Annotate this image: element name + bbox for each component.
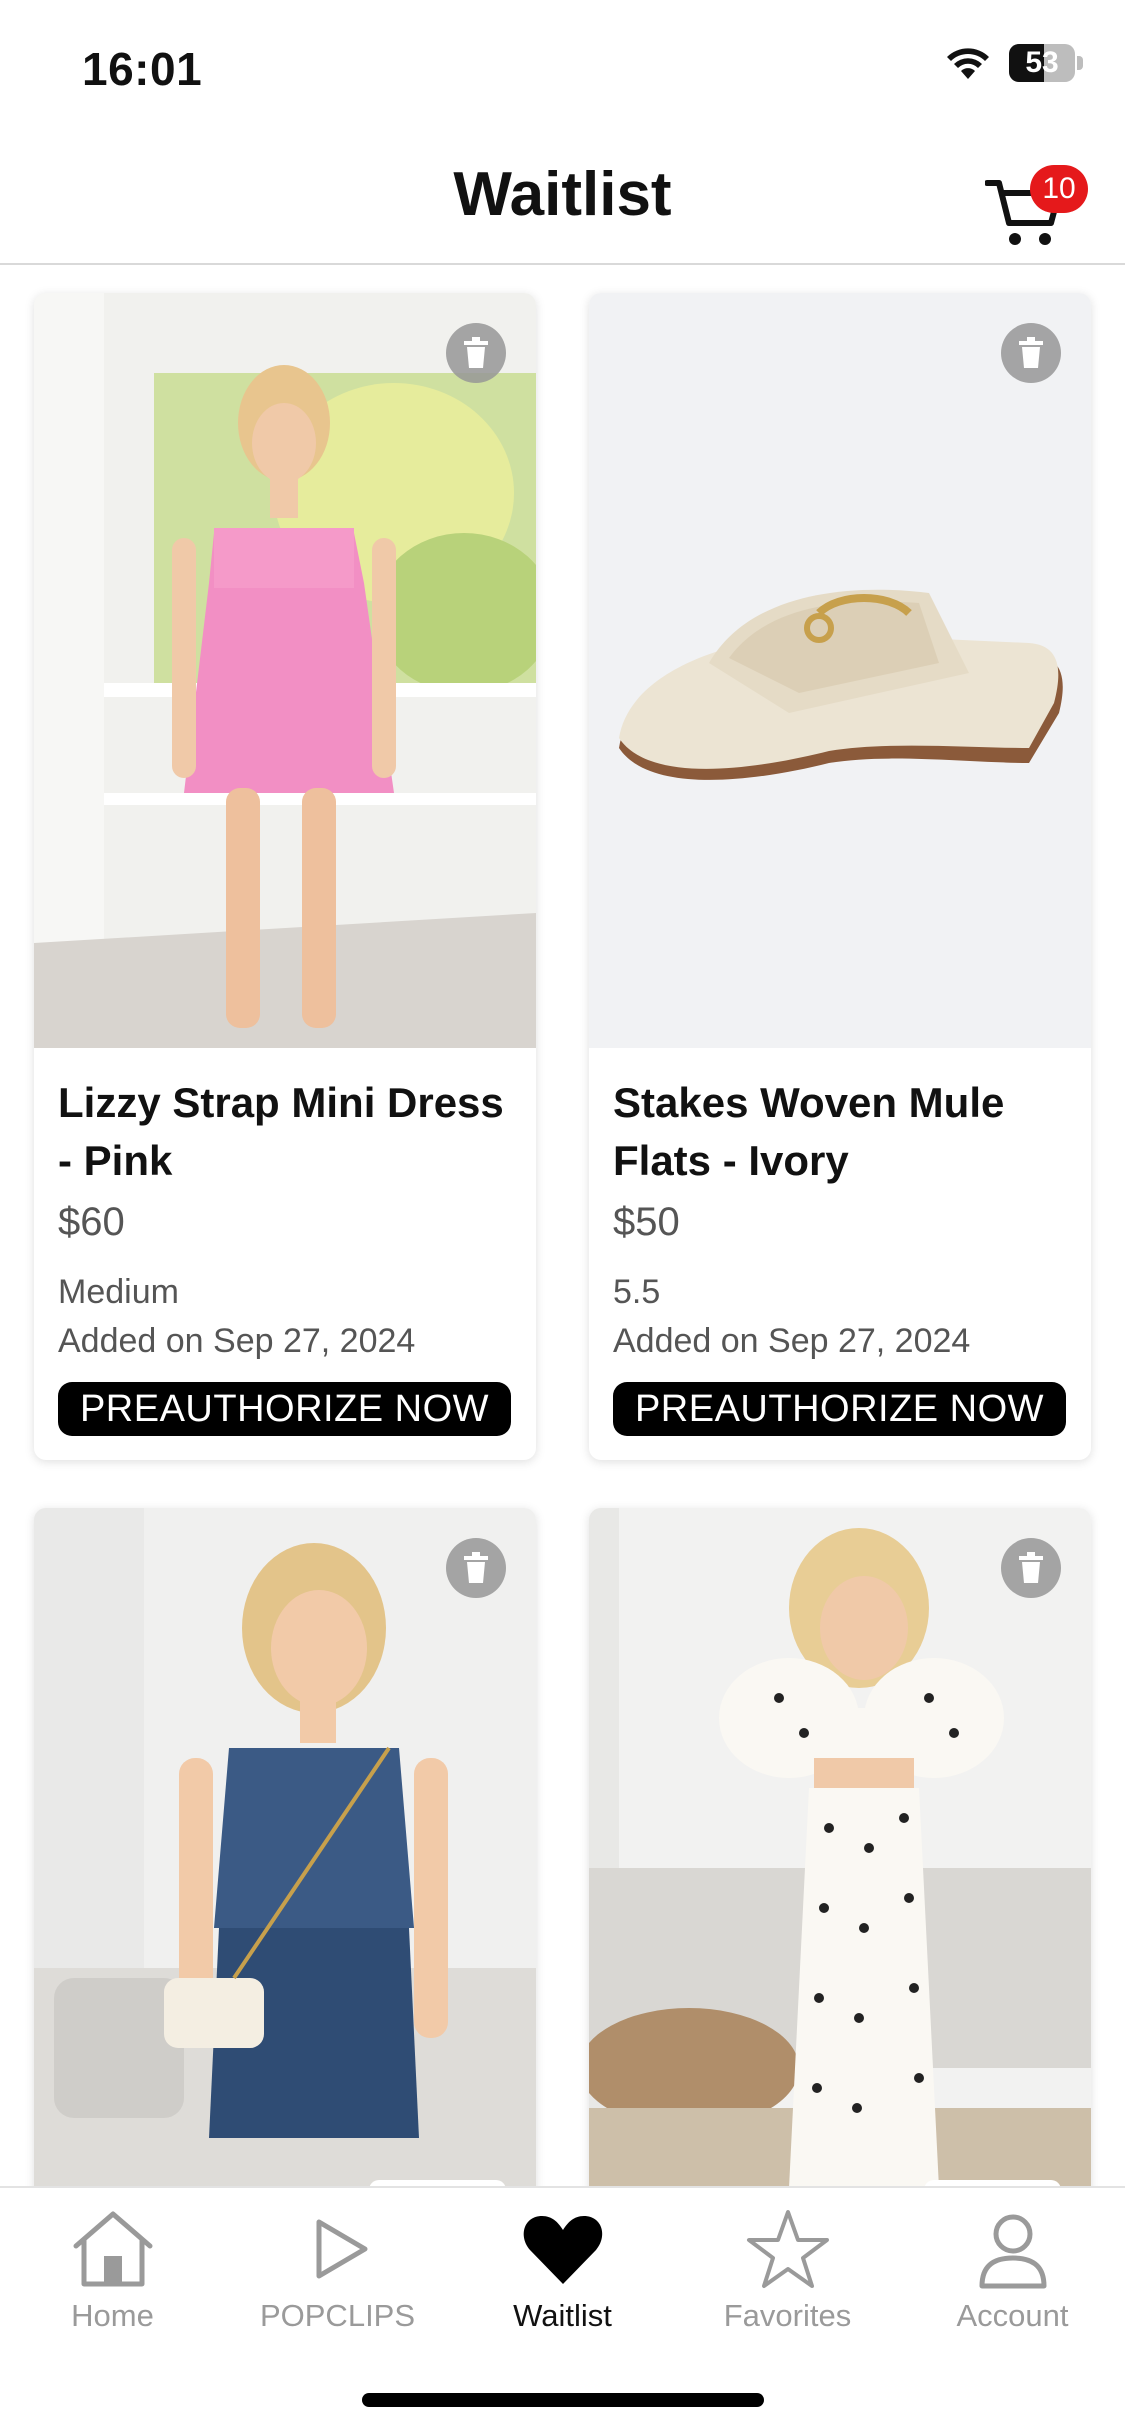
battery-level: 53: [1025, 46, 1059, 79]
product-variant: 5.5: [613, 1273, 661, 1311]
ivory-mule-photo[interactable]: [589, 293, 1091, 1048]
remove-button[interactable]: [446, 1538, 506, 1598]
added-date: Added on Sep 27, 2024: [58, 1322, 416, 1360]
cart-button[interactable]: 10: [980, 155, 1088, 255]
star-icon: [746, 2210, 829, 2288]
tab-popclips[interactable]: POPCLIPS: [225, 2206, 450, 2356]
tab-label: POPCLIPS: [259, 2298, 416, 2333]
heart-icon: [523, 2216, 602, 2284]
person-icon: [979, 2214, 1046, 2289]
product-card[interactable]: Lizzy Strap Mini Dress - Pink $60 Medium…: [34, 293, 536, 1460]
product-name[interactable]: Lizzy Strap Mini Dress - Pink: [58, 1074, 512, 1190]
product-price: $60: [58, 1200, 125, 1244]
tab-favorites[interactable]: Favorites: [675, 2206, 900, 2356]
tab-home[interactable]: Home: [0, 2206, 225, 2356]
product-card[interactable]: SALE: [34, 1508, 536, 2208]
remove-button[interactable]: [1001, 1538, 1061, 1598]
product-price: $50: [613, 1200, 680, 1244]
trash-icon: [464, 337, 488, 368]
remove-button[interactable]: [446, 323, 506, 383]
play-icon: [316, 2219, 367, 2279]
tab-label: Home: [71, 2298, 154, 2333]
product-card[interactable]: Stakes Woven Mule Flats - Ivory $50 5.5 …: [589, 293, 1091, 1460]
home-indicator[interactable]: [362, 2393, 764, 2407]
denim-outfit-photo[interactable]: SALE: [34, 1508, 536, 2208]
trash-icon: [464, 1552, 488, 1583]
status-time: 16:01: [82, 43, 203, 95]
tab-waitlist[interactable]: Waitlist: [450, 2206, 675, 2356]
tab-account[interactable]: Account: [900, 2206, 1125, 2356]
card-details: Stakes Woven Mule Flats - Ivory $50 5.5 …: [589, 1048, 1091, 1460]
product-card[interactable]: SALE: [589, 1508, 1091, 2208]
cart-count-badge: 10: [1030, 165, 1088, 213]
preauthorize-button[interactable]: PREAUTHORIZE NOW: [613, 1382, 1066, 1436]
product-variant: Medium: [58, 1273, 179, 1311]
battery-icon: 53: [1009, 44, 1083, 82]
product-name[interactable]: Stakes Woven Mule Flats - Ivory: [613, 1074, 1067, 1190]
home-icon: [73, 2211, 152, 2287]
trash-icon: [1019, 1552, 1043, 1583]
pink-dress-photo[interactable]: [34, 293, 536, 1048]
tab-label: Favorites: [723, 2298, 852, 2333]
added-date: Added on Sep 27, 2024: [613, 1322, 971, 1360]
preauthorize-button[interactable]: PREAUTHORIZE NOW: [58, 1382, 511, 1436]
tab-label: Waitlist: [513, 2298, 612, 2333]
polka-dot-set-photo[interactable]: SALE: [589, 1508, 1091, 2208]
tab-label: Account: [956, 2298, 1069, 2333]
card-details: Lizzy Strap Mini Dress - Pink $60 Medium…: [34, 1048, 536, 1460]
status-icons: 53: [945, 44, 1083, 82]
status-bar: 16:01 53: [0, 0, 1125, 135]
header: Waitlist 10: [0, 135, 1125, 265]
page-title: Waitlist: [453, 160, 672, 229]
remove-button[interactable]: [1001, 323, 1061, 383]
wifi-icon: [947, 48, 989, 79]
trash-icon: [1019, 337, 1043, 368]
